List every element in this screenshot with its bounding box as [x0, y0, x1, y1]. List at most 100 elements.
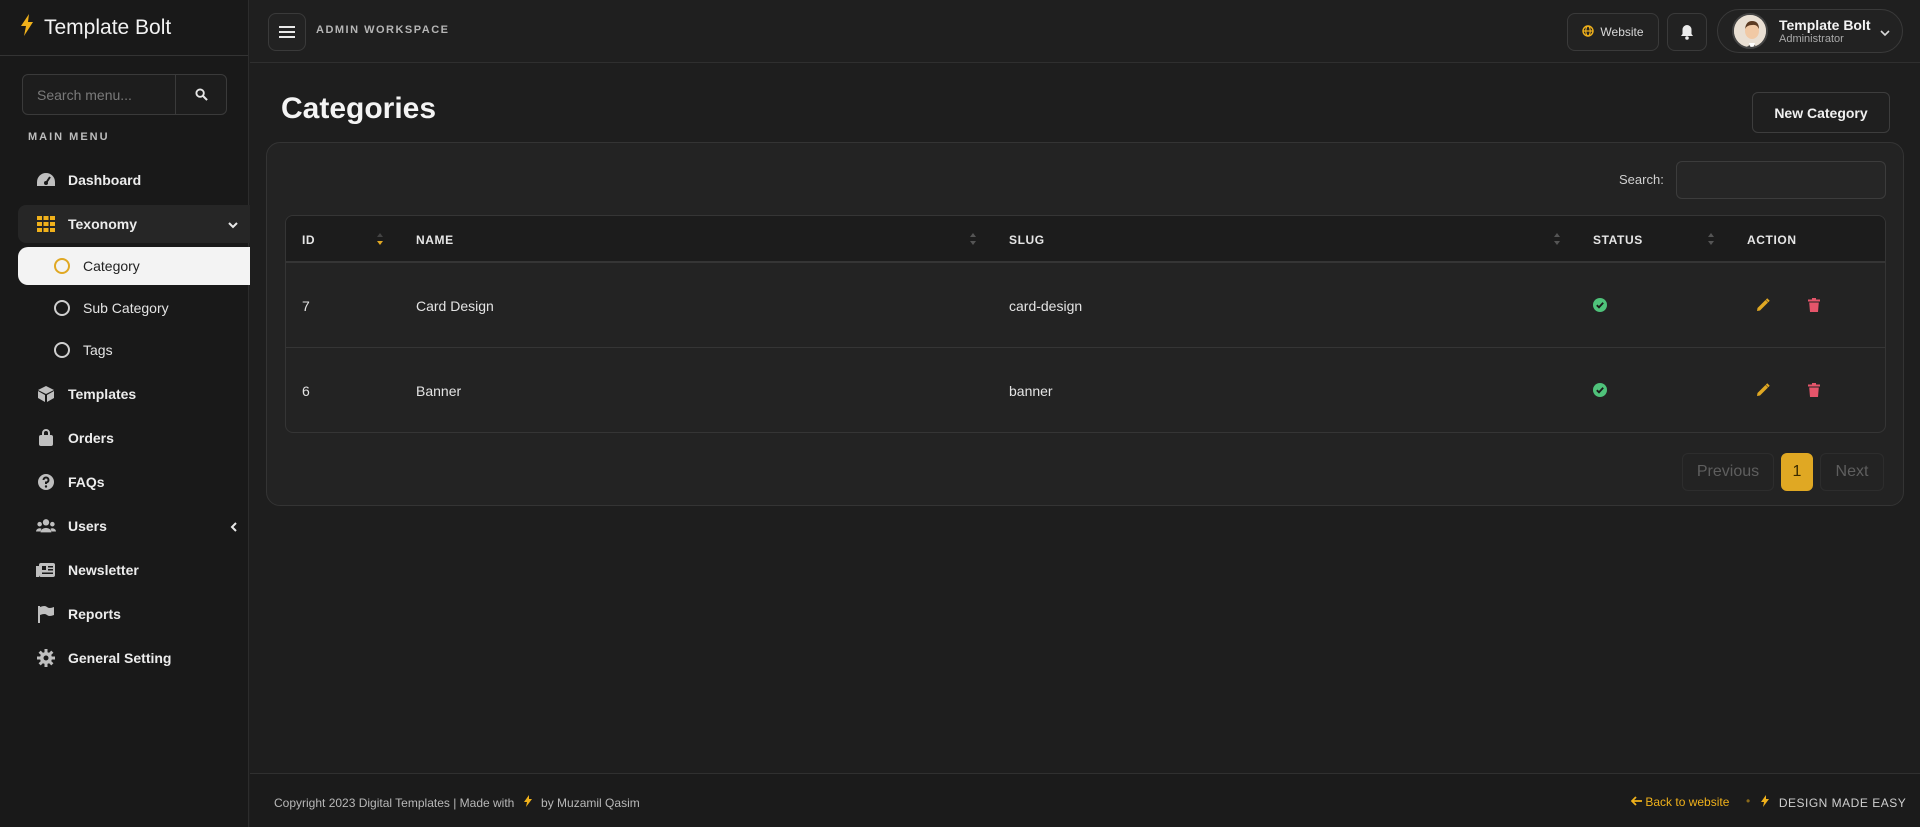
workspace-label: ADMIN WORKSPACE	[316, 24, 450, 36]
cube-icon	[36, 384, 56, 404]
cell-slug: card-design	[1009, 298, 1083, 314]
shopping-bag-icon	[36, 428, 56, 448]
main-menu-title: MAIN MENU	[28, 131, 110, 143]
website-button[interactable]: Website	[1567, 13, 1659, 51]
cell-id: 7	[302, 298, 310, 314]
column-header-slug[interactable]: SLUG	[1009, 233, 1045, 247]
column-header-action: ACTION	[1747, 233, 1797, 247]
menu-toggle-button[interactable]	[268, 13, 306, 51]
sidebar-item-label: Dashboard	[68, 172, 142, 188]
sidebar-item-label: Users	[68, 518, 107, 534]
sidebar-subitem-label: Category	[83, 258, 140, 274]
sidebar-item-orders[interactable]: Orders	[18, 419, 250, 457]
column-header-status[interactable]: STATUS	[1593, 233, 1643, 247]
sidebar-item-users[interactable]: Users	[18, 507, 250, 545]
sort-icon[interactable]	[969, 232, 977, 246]
footer: Copyright 2023 Digital Templates | Made …	[250, 773, 1920, 827]
edit-icon[interactable]	[1756, 298, 1770, 315]
sidebar-item-dashboard[interactable]: Dashboard	[18, 161, 250, 199]
notifications-button[interactable]	[1667, 13, 1707, 51]
table-row: 7 Card Design card-design	[286, 263, 1885, 348]
chevron-left-icon	[230, 519, 238, 535]
trash-icon[interactable]	[1808, 383, 1820, 400]
column-header-id[interactable]: ID	[302, 233, 315, 247]
copyright-text: Copyright 2023 Digital Templates | Made …	[274, 796, 515, 810]
sidebar-item-label: FAQs	[68, 474, 105, 490]
sidebar-item-reports[interactable]: Reports	[18, 595, 250, 633]
sort-icon[interactable]	[1553, 232, 1561, 246]
hamburger-icon	[279, 26, 295, 38]
avatar	[1732, 13, 1768, 49]
menu-search-input[interactable]	[23, 75, 175, 114]
sidebar-subitem-sub-category[interactable]: Sub Category	[18, 289, 250, 327]
sidebar-item-label: Reports	[68, 606, 121, 622]
sidebar-item-label: Orders	[68, 430, 114, 446]
check-circle-icon	[1593, 383, 1607, 400]
sidebar-item-newsletter[interactable]: Newsletter	[18, 551, 250, 589]
cell-name: Card Design	[416, 298, 494, 314]
profile-menu[interactable]: Template Bolt Administrator	[1717, 9, 1903, 53]
sidebar-item-templates[interactable]: Templates	[18, 375, 250, 413]
globe-icon	[1582, 24, 1595, 40]
chevron-down-icon	[1880, 25, 1890, 41]
author-text: by Muzamil Qasim	[541, 796, 640, 810]
sort-active-icon[interactable]	[376, 232, 384, 246]
sidebar: Template Bolt MAIN MENU Dashboard Texono…	[0, 0, 250, 827]
trash-icon[interactable]	[1808, 298, 1820, 315]
arrow-left-icon	[1630, 795, 1645, 809]
back-to-website-link[interactable]: Back to website	[1630, 795, 1730, 809]
bolt-logo-icon	[20, 13, 34, 42]
profile-role: Administrator	[1779, 32, 1844, 45]
sidebar-subitem-label: Tags	[83, 342, 113, 358]
separator-dot: •	[1746, 794, 1751, 808]
new-category-button[interactable]: New Category	[1752, 92, 1890, 133]
sidebar-item-label: Newsletter	[68, 562, 139, 578]
sidebar-subitem-tags[interactable]: Tags	[18, 331, 250, 369]
menu-search	[22, 74, 227, 115]
sidebar-item-general-setting[interactable]: General Setting	[18, 639, 250, 677]
search-icon	[194, 88, 208, 101]
footer-tagline: DESIGN MADE EASY	[1761, 795, 1906, 810]
table-row: 6 Banner banner	[286, 348, 1885, 432]
table-header: ID NAME SLUG STATUS ACTION	[286, 216, 1885, 263]
sidebar-subitem-category[interactable]: Category	[18, 247, 250, 285]
pagination-previous[interactable]: Previous	[1682, 453, 1774, 491]
website-label: Website	[1600, 25, 1644, 39]
top-header: ADMIN WORKSPACE Website Template Bolt Ad…	[250, 0, 1920, 63]
bell-icon	[1681, 25, 1693, 40]
edit-icon[interactable]	[1756, 383, 1770, 400]
flag-icon	[36, 604, 56, 624]
table-search-input[interactable]	[1676, 161, 1886, 199]
bolt-icon	[523, 795, 535, 810]
page-title: Categories	[281, 92, 437, 125]
sidebar-item-label: Templates	[68, 386, 137, 402]
bolt-icon	[1761, 795, 1773, 810]
menu-search-button[interactable]	[175, 75, 226, 114]
pagination-page[interactable]: 1	[1781, 453, 1813, 491]
column-header-name[interactable]: NAME	[416, 233, 454, 247]
sidebar-item-faqs[interactable]: FAQs	[18, 463, 250, 501]
back-link-label: Back to website	[1645, 795, 1730, 809]
cell-name: Banner	[416, 383, 462, 399]
brand-name: Template Bolt	[44, 15, 172, 39]
sort-icon[interactable]	[1707, 232, 1715, 246]
check-circle-icon	[1593, 298, 1607, 315]
tagline-text: DESIGN MADE EASY	[1778, 796, 1907, 810]
sidebar-item-texonomy[interactable]: Texonomy	[18, 205, 250, 243]
footer-copyright: Copyright 2023 Digital Templates | Made …	[274, 795, 640, 810]
sidebar-item-label: General Setting	[68, 650, 172, 666]
profile-name: Template Bolt	[1779, 16, 1871, 33]
circle-icon	[54, 300, 70, 316]
brand[interactable]: Template Bolt	[0, 0, 248, 56]
cell-id: 6	[302, 383, 310, 399]
sidebar-item-label: Texonomy	[68, 216, 137, 232]
pagination-next[interactable]: Next	[1820, 453, 1884, 491]
circle-icon	[54, 258, 70, 274]
users-icon	[36, 516, 56, 536]
table-search-label: Search:	[1619, 172, 1664, 187]
sidebar-subitem-label: Sub Category	[83, 300, 169, 316]
question-icon	[36, 472, 56, 492]
newspaper-icon	[36, 560, 56, 580]
chevron-down-icon	[228, 217, 238, 233]
categories-table: ID NAME SLUG STATUS ACTION 7 Card Design…	[285, 215, 1886, 433]
